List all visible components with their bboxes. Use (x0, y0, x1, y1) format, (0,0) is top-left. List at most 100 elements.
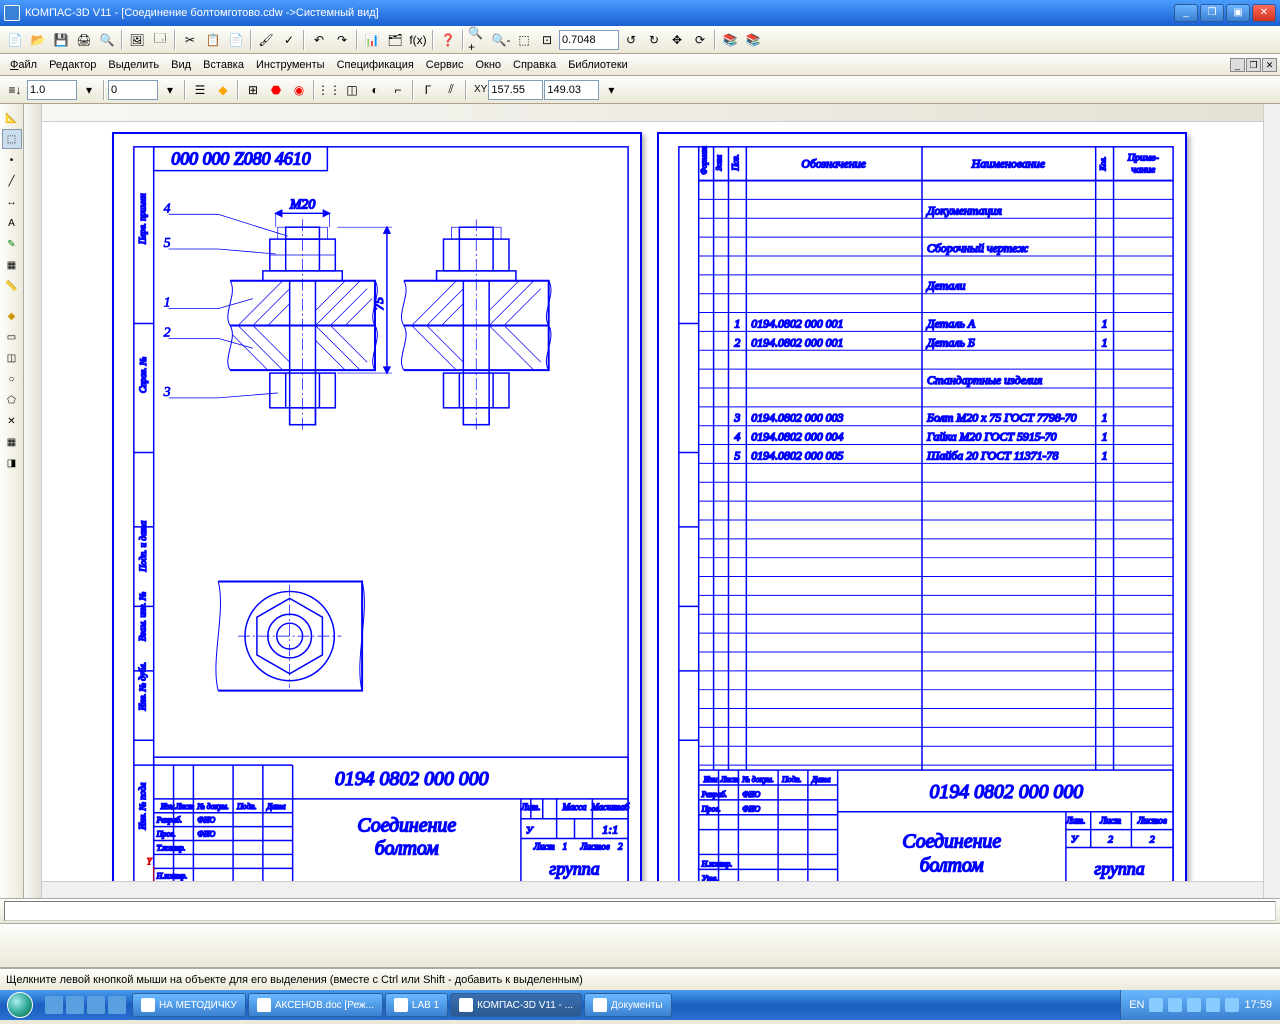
scale-dd[interactable]: ▾ (78, 79, 100, 101)
copy-props-button[interactable]: 🖌 (255, 29, 277, 51)
restore-button[interactable]: ▣ (1226, 4, 1250, 22)
coord-y[interactable] (544, 80, 599, 100)
task-1[interactable]: НА МЕТОДИЧКУ (132, 993, 246, 1017)
zoom-in-button[interactable]: 🔍+ (467, 29, 489, 51)
copy-button[interactable]: 📋 (202, 29, 224, 51)
tool-measure[interactable]: 📏 (2, 276, 22, 296)
undo-button[interactable]: ↶ (308, 29, 330, 51)
tray-icon-1[interactable] (1149, 998, 1163, 1012)
refresh-button[interactable]: ⟳ (689, 29, 711, 51)
lib-button[interactable]: 📚 (719, 29, 741, 51)
frame-button[interactable]: 🖼 (126, 29, 148, 51)
tool-select[interactable]: ⬚ (2, 129, 22, 149)
scale-combo[interactable] (27, 80, 77, 100)
cur-state-button[interactable]: ≡↓ (4, 79, 26, 101)
minimize-button[interactable]: _ (1174, 4, 1198, 22)
tool-dim[interactable]: ↔ (2, 192, 22, 212)
tool-point[interactable]: • (2, 150, 22, 170)
tray-icon-3[interactable] (1187, 998, 1201, 1012)
zoom-prev-button[interactable]: ↺ (620, 29, 642, 51)
tray-icon-5[interactable] (1225, 998, 1239, 1012)
menu-window[interactable]: Окно (469, 56, 507, 74)
ortho-button[interactable]: ◫ (341, 79, 363, 101)
tool-sel-cross[interactable]: ✕ (2, 411, 22, 431)
menu-help[interactable]: Справка (507, 56, 562, 74)
scrollbar-vertical[interactable] (1263, 104, 1280, 898)
zoom-out-button[interactable]: 🔍- (490, 29, 512, 51)
start-button[interactable] (0, 990, 40, 1020)
tool-line[interactable]: ╱ (2, 171, 22, 191)
snap3-button[interactable]: ◉ (288, 79, 310, 101)
drawing-canvas[interactable]: 000 000 Z080 4610 Перв. примен Справ. № … (42, 122, 1263, 881)
cut-button[interactable]: ✂ (179, 29, 201, 51)
lcs-button[interactable]: ⌐ (387, 79, 409, 101)
props-button[interactable]: ✓ (278, 29, 300, 51)
ql-3[interactable] (87, 996, 105, 1014)
layer-button[interactable]: ☰ (189, 79, 211, 101)
perp-button[interactable]: Γ (417, 79, 439, 101)
menu-insert[interactable]: Вставка (197, 56, 250, 74)
tool-param[interactable]: ▦ (2, 255, 22, 275)
clock[interactable]: 17:59 (1244, 999, 1272, 1011)
snap1-button[interactable]: ⊞ (242, 79, 264, 101)
mdi-restore[interactable]: ❐ (1246, 58, 1261, 72)
paste-button[interactable]: 📄 (225, 29, 247, 51)
new-button[interactable]: 📄 (4, 29, 26, 51)
menu-tools[interactable]: Инструменты (250, 56, 331, 74)
task-4[interactable]: КОМПАС-3D V11 - ... (450, 993, 582, 1017)
menu-select[interactable]: Выделить (102, 56, 165, 74)
step-dd[interactable]: ▾ (159, 79, 181, 101)
tool-geometry[interactable]: 📐 (2, 108, 22, 128)
task-5[interactable]: Документы (584, 993, 672, 1017)
menu-spec[interactable]: Спецификация (331, 56, 420, 74)
mdi-minimize[interactable]: _ (1230, 58, 1245, 72)
ql-4[interactable] (108, 996, 126, 1014)
manager-button[interactable]: 📊 (361, 29, 383, 51)
tool-edit[interactable]: ✎ (2, 234, 22, 254)
paral-button[interactable]: ⫽ (440, 79, 462, 101)
tool-sel-trap[interactable]: ◫ (2, 348, 22, 368)
step-combo[interactable] (108, 80, 158, 100)
tool-sel-frame[interactable]: ▭ (2, 327, 22, 347)
coord-x[interactable] (488, 80, 543, 100)
help-tool-button[interactable]: ❓ (437, 29, 459, 51)
grid-button[interactable]: ⋮⋮ (318, 79, 340, 101)
pan-button[interactable]: ✥ (666, 29, 688, 51)
menu-edit[interactable]: Редактор (43, 56, 102, 74)
lib2-button[interactable]: 📚 (742, 29, 764, 51)
frame2-button[interactable]: 🗔 (149, 29, 171, 51)
mdi-close[interactable]: ✕ (1262, 58, 1277, 72)
snap2-button[interactable]: ⬣ (265, 79, 287, 101)
tray-icon-4[interactable] (1206, 998, 1220, 1012)
scrollbar-horizontal[interactable] (42, 881, 1263, 898)
lang-indicator[interactable]: EN (1129, 999, 1144, 1011)
preview-button[interactable]: 🔍 (96, 29, 118, 51)
print-button[interactable]: 🖨 (73, 29, 95, 51)
tool-sel-all[interactable]: ▦ (2, 432, 22, 452)
zoom-next-button[interactable]: ↻ (643, 29, 665, 51)
tool-sel-circle[interactable]: ○ (2, 369, 22, 389)
zoom-fit-button[interactable]: ⊡ (536, 29, 558, 51)
zoom-window-button[interactable]: ⬚ (513, 29, 535, 51)
tool-sel-poly[interactable]: ⬠ (2, 390, 22, 410)
vars-button[interactable]: f(x) (407, 29, 429, 51)
menu-libs[interactable]: Библиотеки (562, 56, 634, 74)
save-button[interactable]: 💾 (50, 29, 72, 51)
tool-text[interactable]: A (2, 213, 22, 233)
color-button[interactable]: ◆ (212, 79, 234, 101)
round-button[interactable]: ◐ (364, 79, 386, 101)
redo-button[interactable]: ↷ (331, 29, 353, 51)
tree-button[interactable]: 🗂 (384, 29, 406, 51)
task-3[interactable]: LAB 1 (385, 993, 448, 1017)
tray-icon-2[interactable] (1168, 998, 1182, 1012)
tool-sel-inv[interactable]: ◨ (2, 453, 22, 473)
open-button[interactable]: 📂 (27, 29, 49, 51)
zoom-combo[interactable] (559, 30, 619, 50)
close-button[interactable]: ✕ (1252, 4, 1276, 22)
menu-file[interactable]: ФФайлайл (4, 56, 43, 74)
ql-1[interactable] (45, 996, 63, 1014)
task-2[interactable]: АКСЕНОВ.doc [Реж... (248, 993, 383, 1017)
coord-dd[interactable]: ▾ (600, 79, 622, 101)
tool-sel-marker[interactable]: ◆ (2, 306, 22, 326)
maximize-button[interactable]: ❐ (1200, 4, 1224, 22)
